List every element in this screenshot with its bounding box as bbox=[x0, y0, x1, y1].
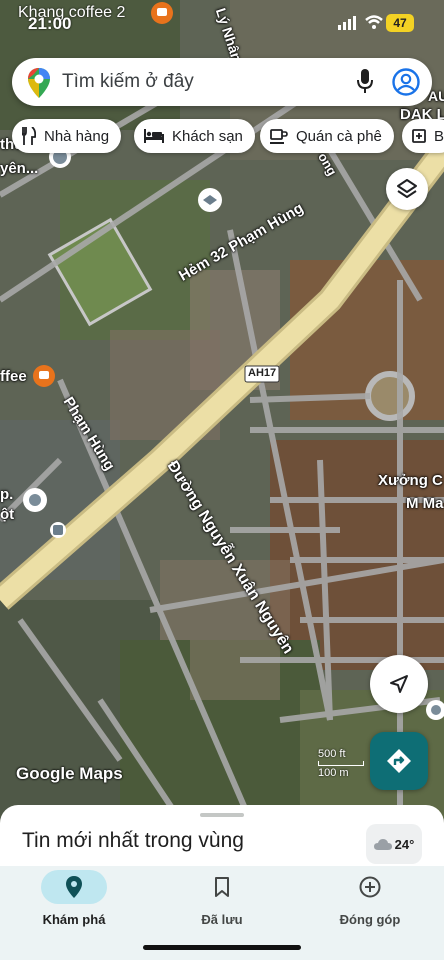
microphone-icon[interactable] bbox=[357, 69, 373, 95]
directions-button[interactable] bbox=[370, 732, 428, 790]
chip-label: Nhà hàng bbox=[44, 127, 110, 145]
chip-more[interactable]: B bbox=[402, 119, 444, 153]
add-circle-icon bbox=[359, 876, 381, 898]
tab-pill bbox=[41, 870, 107, 904]
tab-pill bbox=[189, 870, 255, 904]
place-label: M Ma bbox=[406, 495, 444, 512]
scale-feet-label: 500 ft bbox=[318, 748, 346, 760]
place-label: ffee bbox=[0, 368, 27, 385]
highway-shield-label: AH17 bbox=[248, 367, 277, 379]
bed-icon bbox=[144, 129, 164, 143]
scale-bar: 500 ft 100 m bbox=[318, 748, 364, 779]
place-label: yên... bbox=[0, 160, 39, 177]
sheet-title: Tin mới nhất trong vùng bbox=[22, 829, 244, 852]
home-indicator bbox=[143, 945, 301, 950]
category-chips: Nhà hàng Khách sạn Quán cà phê B bbox=[12, 119, 444, 153]
bookmark-icon bbox=[215, 877, 229, 897]
my-location-button[interactable] bbox=[370, 655, 428, 713]
chip-restaurants[interactable]: Nhà hàng bbox=[12, 119, 122, 153]
layers-button[interactable] bbox=[386, 168, 428, 210]
place-label: p. bbox=[0, 486, 14, 503]
explore-pin-icon bbox=[66, 876, 82, 898]
chip-hotels[interactable]: Khách sạn bbox=[134, 119, 255, 153]
directions-icon bbox=[387, 749, 411, 773]
wifi-icon bbox=[365, 15, 383, 29]
scale-bar-line bbox=[318, 761, 364, 766]
signal-icon bbox=[338, 16, 356, 30]
tab-contribute[interactable]: Đóng góp bbox=[296, 870, 444, 930]
weather-chip[interactable]: 24° bbox=[366, 824, 422, 864]
weather-temp: 24° bbox=[394, 836, 415, 852]
tab-saved[interactable]: Đã lưu bbox=[148, 870, 296, 930]
google-maps-logo: Google Maps bbox=[16, 764, 123, 783]
account-icon[interactable] bbox=[392, 68, 420, 96]
google-maps-pin-icon bbox=[28, 68, 50, 98]
drag-handle[interactable] bbox=[200, 813, 244, 817]
status-time: 21:00 bbox=[28, 14, 72, 33]
chip-label: Quán cà phê bbox=[296, 127, 382, 145]
fork-knife-icon bbox=[22, 127, 36, 145]
status-bar: Khang coffee 2 21:00 47 bbox=[0, 0, 444, 40]
search-bar[interactable]: Tìm kiếm ở đây bbox=[12, 58, 432, 106]
layers-icon bbox=[397, 179, 417, 198]
plus-box-icon bbox=[412, 129, 426, 143]
chip-cafes[interactable]: Quán cà phê bbox=[260, 119, 394, 153]
search-input[interactable]: Tìm kiếm ở đây bbox=[62, 71, 194, 93]
navigation-arrow-icon bbox=[390, 675, 408, 693]
battery-indicator: 47 bbox=[386, 14, 414, 32]
bottom-sheet[interactable]: Tin mới nhất trong vùng 24° bbox=[0, 805, 444, 875]
chip-label: B bbox=[434, 127, 444, 145]
chip-label: Khách sạn bbox=[172, 127, 243, 145]
tab-label: Đã lưu bbox=[201, 912, 243, 927]
tab-pill bbox=[337, 870, 403, 904]
tab-label: Khám phá bbox=[42, 912, 106, 927]
tab-explore[interactable]: Khám phá bbox=[0, 870, 148, 930]
tab-label: Đóng góp bbox=[339, 912, 401, 927]
place-label: ột bbox=[0, 506, 15, 523]
cloud-icon bbox=[373, 839, 392, 850]
scale-meter-label: 100 m bbox=[318, 767, 349, 779]
coffee-cup-icon bbox=[270, 128, 288, 144]
place-label: Xưởng C bbox=[378, 472, 443, 489]
